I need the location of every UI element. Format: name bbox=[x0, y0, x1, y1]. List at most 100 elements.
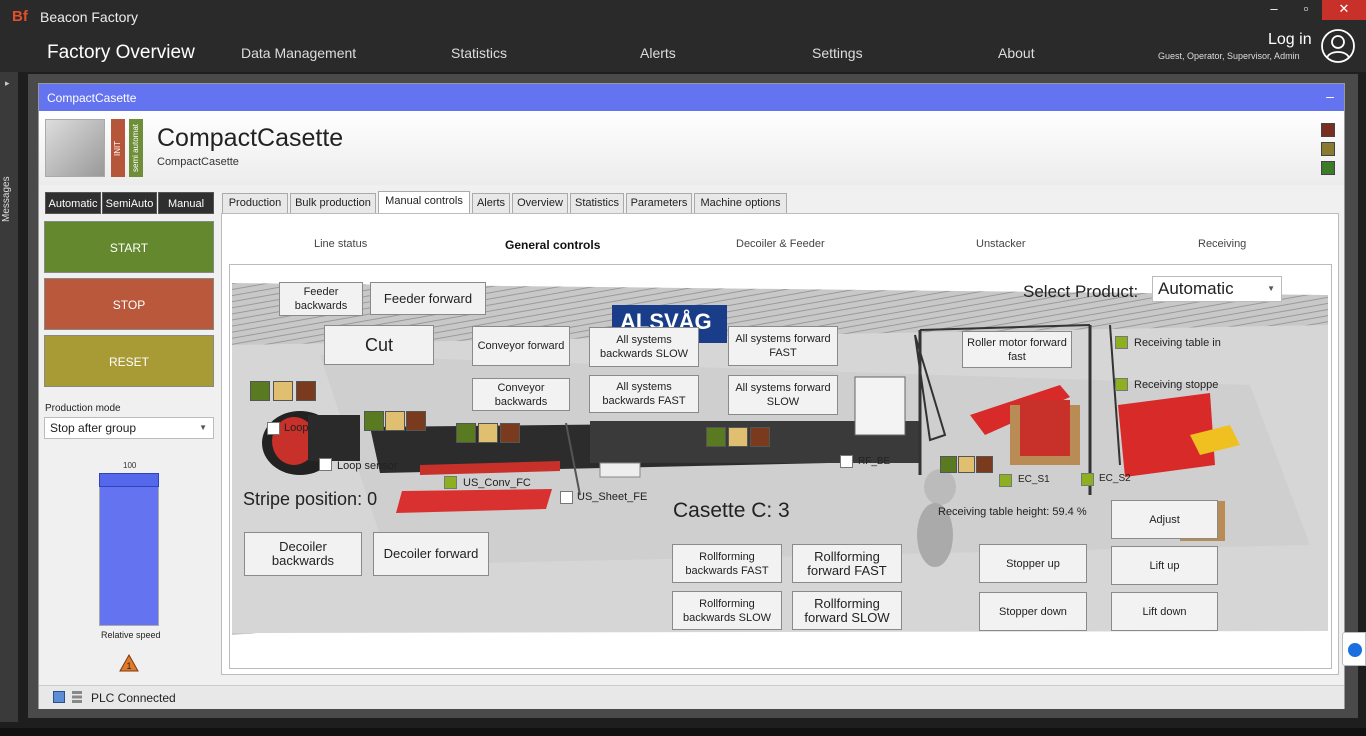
loop-sensor-indicator bbox=[267, 422, 280, 435]
rollforming-forward-slow-button[interactable]: Rollforming forward SLOW bbox=[792, 591, 902, 630]
indicator-red bbox=[976, 456, 993, 473]
plc-status: PLC Connected bbox=[91, 691, 176, 705]
login-link[interactable]: Log in bbox=[1268, 31, 1312, 49]
receiving-stopper-label: Receiving stoppe bbox=[1134, 379, 1219, 391]
nav-statistics[interactable]: Statistics bbox=[451, 45, 507, 61]
ec-s1-label: EC_S1 bbox=[1018, 474, 1050, 485]
tab-parameters[interactable]: Parameters bbox=[626, 193, 692, 213]
ec-s2-label: EC_S2 bbox=[1099, 473, 1131, 484]
server-icon bbox=[72, 691, 82, 703]
minimize-button[interactable]: – bbox=[1258, 0, 1290, 20]
tab-manual-controls[interactable]: Manual controls bbox=[378, 191, 470, 214]
close-button[interactable]: ✕ bbox=[1322, 0, 1366, 20]
warning-count: 1 bbox=[126, 661, 131, 671]
conveyor-forward-button[interactable]: Conveyor forward bbox=[472, 326, 570, 366]
maximize-button[interactable]: ▫ bbox=[1290, 0, 1322, 20]
reset-button[interactable]: RESET bbox=[44, 335, 214, 387]
expand-arrow-icon[interactable]: ▸ bbox=[5, 78, 10, 89]
subtab-general-controls[interactable]: General controls bbox=[505, 238, 600, 252]
indicator-yellow bbox=[385, 411, 405, 431]
mode-semiauto-button[interactable]: SemiAuto bbox=[102, 192, 157, 214]
collapse-button[interactable]: – bbox=[1316, 84, 1344, 111]
production-mode-value: Stop after group bbox=[50, 421, 137, 435]
speed-fill bbox=[100, 475, 158, 625]
messages-label: Messages bbox=[1, 176, 12, 222]
chevron-down-icon: ▼ bbox=[1267, 284, 1275, 293]
feeder-forward-button[interactable]: Feeder forward bbox=[370, 282, 486, 315]
tab-bulk-production[interactable]: Bulk production bbox=[290, 193, 376, 213]
tab-machine-options[interactable]: Machine options bbox=[694, 193, 787, 213]
lift-up-button[interactable]: Lift up bbox=[1111, 546, 1218, 585]
mode-manual-button[interactable]: Manual bbox=[158, 192, 214, 214]
rollforming-backwards-slow-button[interactable]: Rollforming backwards SLOW bbox=[672, 591, 782, 630]
adjust-button[interactable]: Adjust bbox=[1111, 500, 1218, 539]
roller-motor-forward-fast-button[interactable]: Roller motor forward fast bbox=[962, 331, 1072, 368]
nav-data-management[interactable]: Data Management bbox=[241, 45, 356, 61]
nav-settings[interactable]: Settings bbox=[812, 45, 863, 61]
feeder-backwards-button[interactable]: Feeder backwards bbox=[279, 282, 363, 316]
subtab-receiving[interactable]: Receiving bbox=[1198, 238, 1246, 250]
stopper-up-button[interactable]: Stopper up bbox=[979, 544, 1087, 583]
state-init-badge: INIT bbox=[111, 119, 125, 177]
indicator-yellow bbox=[273, 381, 293, 401]
subtab-line-status[interactable]: Line status bbox=[314, 238, 367, 250]
stop-button[interactable]: STOP bbox=[44, 278, 214, 330]
machine-subtitle: CompactCasette bbox=[157, 156, 239, 168]
all-systems-forward-slow-button[interactable]: All systems forward SLOW bbox=[728, 375, 838, 415]
loop-label: Loop bbox=[284, 422, 309, 434]
chevron-down-icon: ▼ bbox=[199, 423, 207, 432]
production-mode-select[interactable]: Stop after group ▼ bbox=[44, 417, 214, 439]
stopper-down-button[interactable]: Stopper down bbox=[979, 592, 1087, 631]
all-systems-backwards-slow-button[interactable]: All systems backwards SLOW bbox=[589, 327, 699, 367]
production-mode-label: Production mode bbox=[45, 403, 121, 414]
relative-speed-slider[interactable] bbox=[99, 473, 159, 626]
nav-factory-overview[interactable]: Factory Overview bbox=[47, 42, 195, 64]
us-conv-fc-indicator bbox=[444, 476, 457, 489]
window-title: CompactCasette bbox=[47, 91, 137, 105]
ec-s2-indicator bbox=[1081, 473, 1094, 486]
rollforming-backwards-fast-button[interactable]: Rollforming backwards FAST bbox=[672, 544, 782, 583]
machine-window: CompactCasette – INIT semi automat Compa… bbox=[38, 83, 1345, 709]
speed-slider-handle[interactable] bbox=[99, 473, 159, 487]
rollforming-forward-fast-button[interactable]: Rollforming forward FAST bbox=[792, 544, 902, 583]
subtab-decoiler-feeder[interactable]: Decoiler & Feeder bbox=[736, 238, 825, 250]
subtab-unstacker[interactable]: Unstacker bbox=[976, 238, 1026, 250]
user-icon[interactable] bbox=[1320, 28, 1356, 64]
window-header: CompactCasette – bbox=[39, 84, 1344, 111]
indicator-red bbox=[406, 411, 426, 431]
machine-name: CompactCasette bbox=[157, 124, 344, 152]
machine-thumbnail bbox=[45, 119, 105, 177]
us-sheet-fe-indicator bbox=[560, 491, 573, 504]
all-systems-forward-fast-button[interactable]: All systems forward FAST bbox=[728, 326, 838, 366]
mode-automatic-button[interactable]: Automatic bbox=[45, 192, 101, 214]
messages-sidebar[interactable]: ▸ Messages bbox=[0, 72, 18, 722]
nav-about[interactable]: About bbox=[998, 45, 1035, 61]
tab-statistics[interactable]: Statistics bbox=[570, 193, 624, 213]
tab-production[interactable]: Production bbox=[222, 193, 288, 213]
conveyor-backwards-button[interactable]: Conveyor backwards bbox=[472, 378, 570, 411]
app-root: Bf Beacon Factory – ▫ ✕ Factory Overview… bbox=[0, 0, 1366, 736]
indicator-green bbox=[706, 427, 726, 447]
login-roles: Guest, Operator, Supervisor, Admin bbox=[1158, 51, 1300, 61]
legend-square-red bbox=[1321, 123, 1335, 137]
remote-support-tab[interactable] bbox=[1342, 632, 1366, 666]
state-mode-badge: semi automat bbox=[129, 119, 143, 177]
decoiler-forward-button[interactable]: Decoiler forward bbox=[373, 532, 489, 576]
decoiler-backwards-button[interactable]: Decoiler backwards bbox=[244, 532, 362, 576]
receiving-stopper-indicator bbox=[1115, 378, 1128, 391]
tab-alerts[interactable]: Alerts bbox=[472, 193, 510, 213]
nav-alerts[interactable]: Alerts bbox=[640, 45, 676, 61]
start-button[interactable]: START bbox=[44, 221, 214, 273]
rf-be-label: RF_BE bbox=[858, 456, 891, 467]
all-systems-backwards-fast-button[interactable]: All systems backwards FAST bbox=[589, 375, 699, 413]
title-bar: Bf Beacon Factory – ▫ ✕ bbox=[0, 0, 1366, 34]
indicator-green bbox=[250, 381, 270, 401]
product-select[interactable]: Automatic ▼ bbox=[1152, 276, 1282, 302]
cut-button[interactable]: Cut bbox=[324, 325, 434, 365]
lift-down-button[interactable]: Lift down bbox=[1111, 592, 1218, 631]
tab-overview[interactable]: Overview bbox=[512, 193, 568, 213]
ec-s1-indicator bbox=[999, 474, 1012, 487]
warning-icon[interactable]: 1 bbox=[119, 654, 139, 672]
remote-support-icon[interactable] bbox=[1348, 643, 1362, 657]
receiving-table-height-readout: Receiving table height: 59.4 % bbox=[938, 506, 1087, 518]
